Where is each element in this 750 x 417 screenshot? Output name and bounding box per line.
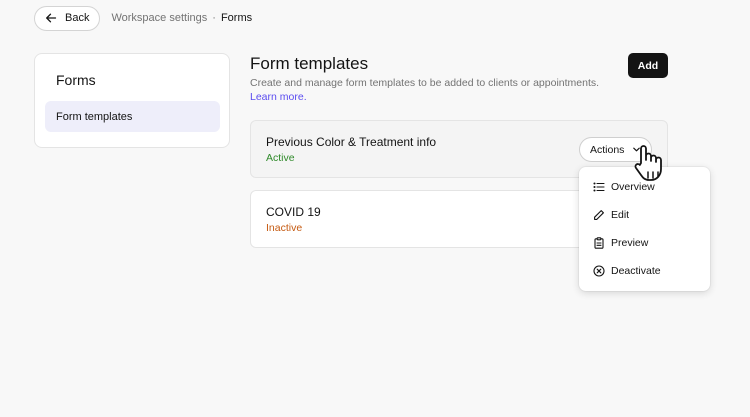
list-icon [593, 182, 605, 192]
breadcrumb-workspace-settings[interactable]: Workspace settings [111, 12, 207, 24]
back-label: Back [65, 12, 90, 24]
x-circle-icon [593, 265, 605, 277]
breadcrumb-separator: · [212, 12, 216, 24]
sidebar-title: Forms [56, 72, 96, 88]
status-badge: Active [266, 152, 295, 164]
breadcrumb: Workspace settings · Forms [111, 12, 252, 24]
breadcrumb-forms: Forms [220, 12, 253, 24]
learn-more-link[interactable]: Learn more. [250, 90, 600, 104]
description-text: Create and manage form templates to be a… [250, 77, 600, 89]
actions-menu: Overview Edit Preview Deactivate [579, 167, 710, 291]
top-bar: Back Workspace settings · Forms [34, 5, 252, 31]
back-button[interactable]: Back [34, 5, 101, 31]
menu-item-label: Edit [611, 209, 630, 221]
menu-item-deactivate[interactable]: Deactivate [593, 263, 661, 279]
clipboard-icon [594, 237, 604, 249]
add-button[interactable]: Add [628, 53, 668, 78]
actions-label: Actions [590, 143, 625, 156]
menu-item-preview[interactable]: Preview [593, 235, 648, 251]
sidebar-item-form-templates[interactable]: Form templates [45, 101, 220, 132]
hand-cursor-icon [634, 145, 662, 181]
pencil-icon [594, 210, 604, 220]
status-badge: Inactive [266, 222, 303, 234]
page-description: Create and manage form templates to be a… [250, 76, 600, 104]
arrow-left-icon [46, 13, 57, 23]
template-name: COVID 19 [266, 205, 321, 219]
menu-item-edit[interactable]: Edit [593, 207, 629, 223]
menu-item-label: Preview [611, 237, 649, 249]
page-title: Form templates [250, 54, 369, 73]
sidebar: Forms Form templates [34, 53, 230, 148]
menu-item-label: Deactivate [611, 265, 661, 277]
template-name: Previous Color & Treatment info [266, 135, 437, 149]
